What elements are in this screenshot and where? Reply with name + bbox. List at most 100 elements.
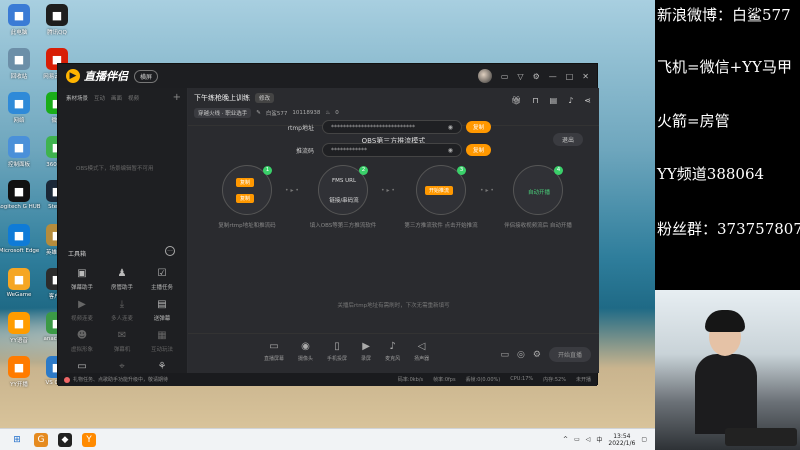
stream-stat: 丢帧:0(0.00%) [465, 377, 501, 383]
clock[interactable]: 13:54 2022/1/6 [608, 433, 635, 447]
logo-text: 直播伴侣 [84, 70, 128, 83]
tool-item[interactable]: ▤ 送弹幕 [142, 299, 182, 322]
desktop-shortcut[interactable]: ■ Logitech G HUB [0, 180, 41, 220]
desktop-shortcut[interactable]: ■ 腾讯QQ [40, 4, 74, 44]
copy-stream-key-button[interactable]: 复制 [466, 144, 492, 156]
desktop-shortcut[interactable]: ■ YY语音 [2, 312, 36, 352]
windows-start-icon[interactable]: ⊞ [10, 433, 24, 447]
settings-icon[interactable]: ⚙ [533, 72, 540, 81]
notification-icon[interactable]: ▢ [641, 436, 647, 443]
desktop-shortcut-label: 此电脑 [10, 30, 28, 36]
bell-icon[interactable]: ♪ [568, 96, 573, 105]
desktop-shortcut[interactable]: ■ 回收站 [2, 48, 36, 88]
taskbar-app-icon[interactable]: Y [82, 432, 96, 447]
video-settings-icon[interactable]: ▭ [501, 350, 510, 360]
volume-icon[interactable]: ◁ [586, 436, 591, 443]
add-scene-icon[interactable]: + [173, 92, 181, 103]
tool-item[interactable]: ▶ 视频连麦 [62, 299, 102, 322]
copy-rtmp-button[interactable]: 复制 [466, 121, 492, 133]
keyboard-image [725, 428, 797, 446]
rtmp-input[interactable]: **************************** ◉ [322, 120, 462, 134]
source-tool-label: 麦克风 [385, 356, 401, 362]
source-tool[interactable]: ◁ 扬声器 [414, 341, 429, 362]
tool-item[interactable]: ▣ 弹幕助手 [62, 268, 102, 291]
edit-title-button[interactable]: 修改 [255, 93, 275, 103]
header-icons: 🎁︎ ⊓ ▤ ♪ ⋖ [511, 96, 591, 105]
source-tool[interactable]: ◉ 摄像头 [298, 341, 313, 362]
step-1-number: 1 [263, 166, 272, 175]
source-tool[interactable]: ▯ 手机投屏 [327, 341, 347, 362]
stream-key-value: ************ [331, 146, 367, 154]
chevron-up-icon[interactable]: ^ [563, 436, 568, 443]
eye-icon[interactable]: ◉ [448, 147, 453, 154]
user-avatar[interactable] [477, 69, 492, 83]
tool-item[interactable]: ▦ 互动玩法 [142, 330, 182, 353]
minimize-icon[interactable]: — [549, 72, 557, 81]
weibo-line: 新浪微博：白鲨577 [657, 6, 791, 24]
desktop-shortcut[interactable]: ■ 网络 [2, 92, 36, 132]
desktop-shortcut[interactable]: ■ WeGame [2, 268, 36, 308]
step-3: 3 开始推流 [416, 165, 466, 215]
step-2-fms: FMS URL [331, 178, 357, 184]
edit-pen-icon[interactable]: ✎ [256, 110, 261, 116]
source-tool[interactable]: ▭ 直播屏幕 [264, 341, 284, 362]
download-icon: ⤓ [119, 299, 125, 310]
tool-label: 互动玩法 [150, 347, 173, 353]
maximize-icon[interactable]: □ [566, 72, 574, 81]
taskbar-app-icon[interactable]: ◆ [58, 432, 72, 447]
battery-icon[interactable]: ▭ [574, 436, 580, 443]
more-options-icon[interactable]: ··· [165, 246, 175, 256]
tool-item[interactable]: ⤓ 多人连麦 [102, 299, 142, 322]
tab-scene[interactable]: 素材场景 [66, 94, 88, 102]
exit-obs-button[interactable]: 退出 [552, 133, 583, 146]
source-tool[interactable]: ♪ 麦克风 [385, 341, 400, 362]
step-1-caption: 复制rtmp地址和推流码 [218, 223, 276, 229]
taskbar-app-icon[interactable]: G [34, 432, 48, 447]
lock-icon[interactable]: ⊓ [532, 96, 538, 105]
eye-toggle-icon[interactable]: ◎ [517, 350, 525, 360]
start-live-button[interactable]: 开始直播 [548, 347, 591, 362]
desktop-shortcut[interactable]: ■ 控制面板 [2, 136, 36, 176]
close-icon[interactable]: ✕ [582, 72, 589, 81]
calendar-icon[interactable]: ▤ [550, 96, 558, 105]
ime-icon[interactable]: 中 [596, 435, 602, 444]
desktop-shortcut[interactable]: ■ Microsoft Edge [0, 224, 40, 264]
tool-label: 视频连麦 [70, 316, 93, 322]
room-id: 白鲨577 [265, 111, 288, 117]
source-tool-label: 录屏 [361, 356, 372, 362]
fan-group-line: 粉丝群：373757807 [657, 220, 800, 238]
message-icon[interactable]: ▭ [501, 72, 509, 81]
room-category[interactable]: 穿越火线 · 职业选手 [194, 108, 252, 118]
gift-box-icon[interactable]: 🎁︎ [511, 96, 521, 105]
desktop-shortcut-label: 控制面板 [7, 162, 30, 168]
share-icon[interactable]: ⋖ [584, 96, 591, 105]
tool-item[interactable]: ♟ 房管助手 [102, 268, 142, 291]
record-icon: ▶ [362, 341, 370, 352]
tool-item[interactable]: ☑ 主播任务 [142, 268, 182, 291]
desktop-shortcut[interactable]: ■ 此电脑 [2, 4, 36, 44]
gear-icon[interactable]: ⚙ [533, 350, 541, 360]
tool-item[interactable]: ✉ 弹幕机 [102, 330, 142, 353]
rtmp-row: rtmp地址 **************************** ◉ 复制 [258, 120, 492, 134]
eye-icon[interactable]: ◉ [448, 124, 453, 131]
desktop-shortcut[interactable]: ■ YY开播 [2, 356, 36, 396]
video-icon: ▶ [78, 299, 86, 310]
control-panel-icon: ■ [8, 136, 30, 158]
bullet-icon: ✉ [117, 330, 127, 341]
stream-stat: 帧率:0fps [433, 377, 456, 383]
step-3-number: 3 [457, 166, 466, 175]
stream-key-input[interactable]: ************ ◉ [322, 143, 462, 157]
source-tool[interactable]: ▶ 录屏 [361, 341, 371, 362]
mode-toggle[interactable]: 横屏 [134, 69, 159, 83]
cast-icon: ▭ [77, 361, 87, 372]
tab-video[interactable]: 视频 [128, 94, 139, 102]
tab-picture[interactable]: 画面 [111, 94, 122, 102]
source-tool-label: 手机投屏 [327, 356, 348, 362]
tool-item[interactable]: ☻ 虚拟形象 [62, 330, 102, 353]
tab-interact[interactable]: 互动 [94, 94, 105, 102]
desktop-shortcut-label: Microsoft Edge [0, 248, 40, 254]
tool-label: 主播任务 [150, 285, 173, 291]
desktop-shortcut-label: 回收站 [10, 74, 28, 80]
shirt-icon[interactable]: ▽ [517, 72, 523, 81]
room-title: 下午练枪晚上训练 [194, 94, 250, 102]
